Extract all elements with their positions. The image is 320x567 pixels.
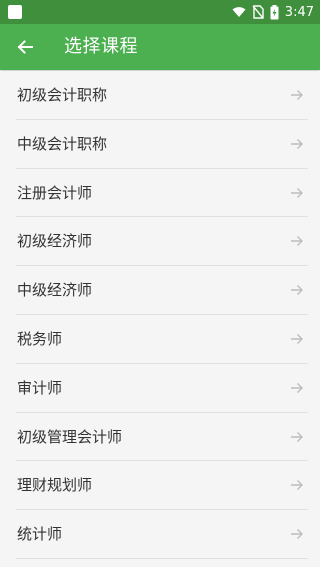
course-item[interactable]: 中级经济师 [0, 266, 320, 315]
course-label: 理财规划师 [17, 476, 93, 495]
no-sim-icon [252, 5, 264, 19]
arrow-right-icon [291, 431, 303, 442]
arrow-right-icon [291, 529, 303, 540]
course-item[interactable]: 中级会计职称 [0, 120, 320, 169]
course-item[interactable]: 统计师 [0, 510, 320, 559]
status-time: 3:47 [284, 4, 314, 20]
arrow-right-icon [291, 285, 303, 296]
arrow-right-icon [291, 138, 303, 149]
course-item[interactable]: 初级经济师 [0, 217, 320, 266]
course-label: 中级经济师 [17, 281, 93, 300]
course-label: 初级会计职称 [17, 86, 108, 104]
status-bar: 3:47 [0, 0, 320, 24]
course-label: 初级经济师 [17, 232, 93, 251]
course-item[interactable]: 税务师 [0, 315, 320, 364]
page-title: 选择课程 [64, 36, 138, 57]
arrow-right-icon [291, 480, 303, 491]
course-label: 中级会计职称 [17, 134, 108, 153]
app-toolbar: 选择课程 [0, 24, 320, 70]
course-label: 统计师 [17, 525, 63, 544]
course-label: 审计师 [17, 378, 63, 397]
notification-icon [8, 5, 22, 19]
battery-icon [270, 4, 279, 19]
status-icons: 3:47 [232, 0, 314, 24]
course-item[interactable]: 初级管理会计师 [0, 413, 320, 462]
wifi-icon [232, 7, 246, 17]
course-item[interactable]: 初级会计职称 [0, 71, 320, 120]
arrow-left-icon [17, 40, 33, 54]
course-label: 初级管理会计师 [17, 427, 123, 446]
course-item[interactable]: 审计师 [0, 364, 320, 413]
arrow-right-icon [291, 187, 303, 198]
course-label: 税务师 [17, 329, 63, 348]
back-button[interactable] [8, 24, 42, 70]
course-item[interactable]: 理财规划师 [0, 461, 320, 510]
arrow-right-icon [291, 333, 303, 344]
course-list: 初级会计职称 中级会计职称 注册会计师 初级经济师 中级经济师 税务师 审计师 … [0, 71, 320, 559]
arrow-right-icon [291, 382, 303, 393]
arrow-right-icon [291, 236, 303, 247]
course-item[interactable]: 注册会计师 [0, 169, 320, 218]
arrow-right-icon [291, 90, 303, 100]
course-label: 注册会计师 [17, 183, 93, 202]
